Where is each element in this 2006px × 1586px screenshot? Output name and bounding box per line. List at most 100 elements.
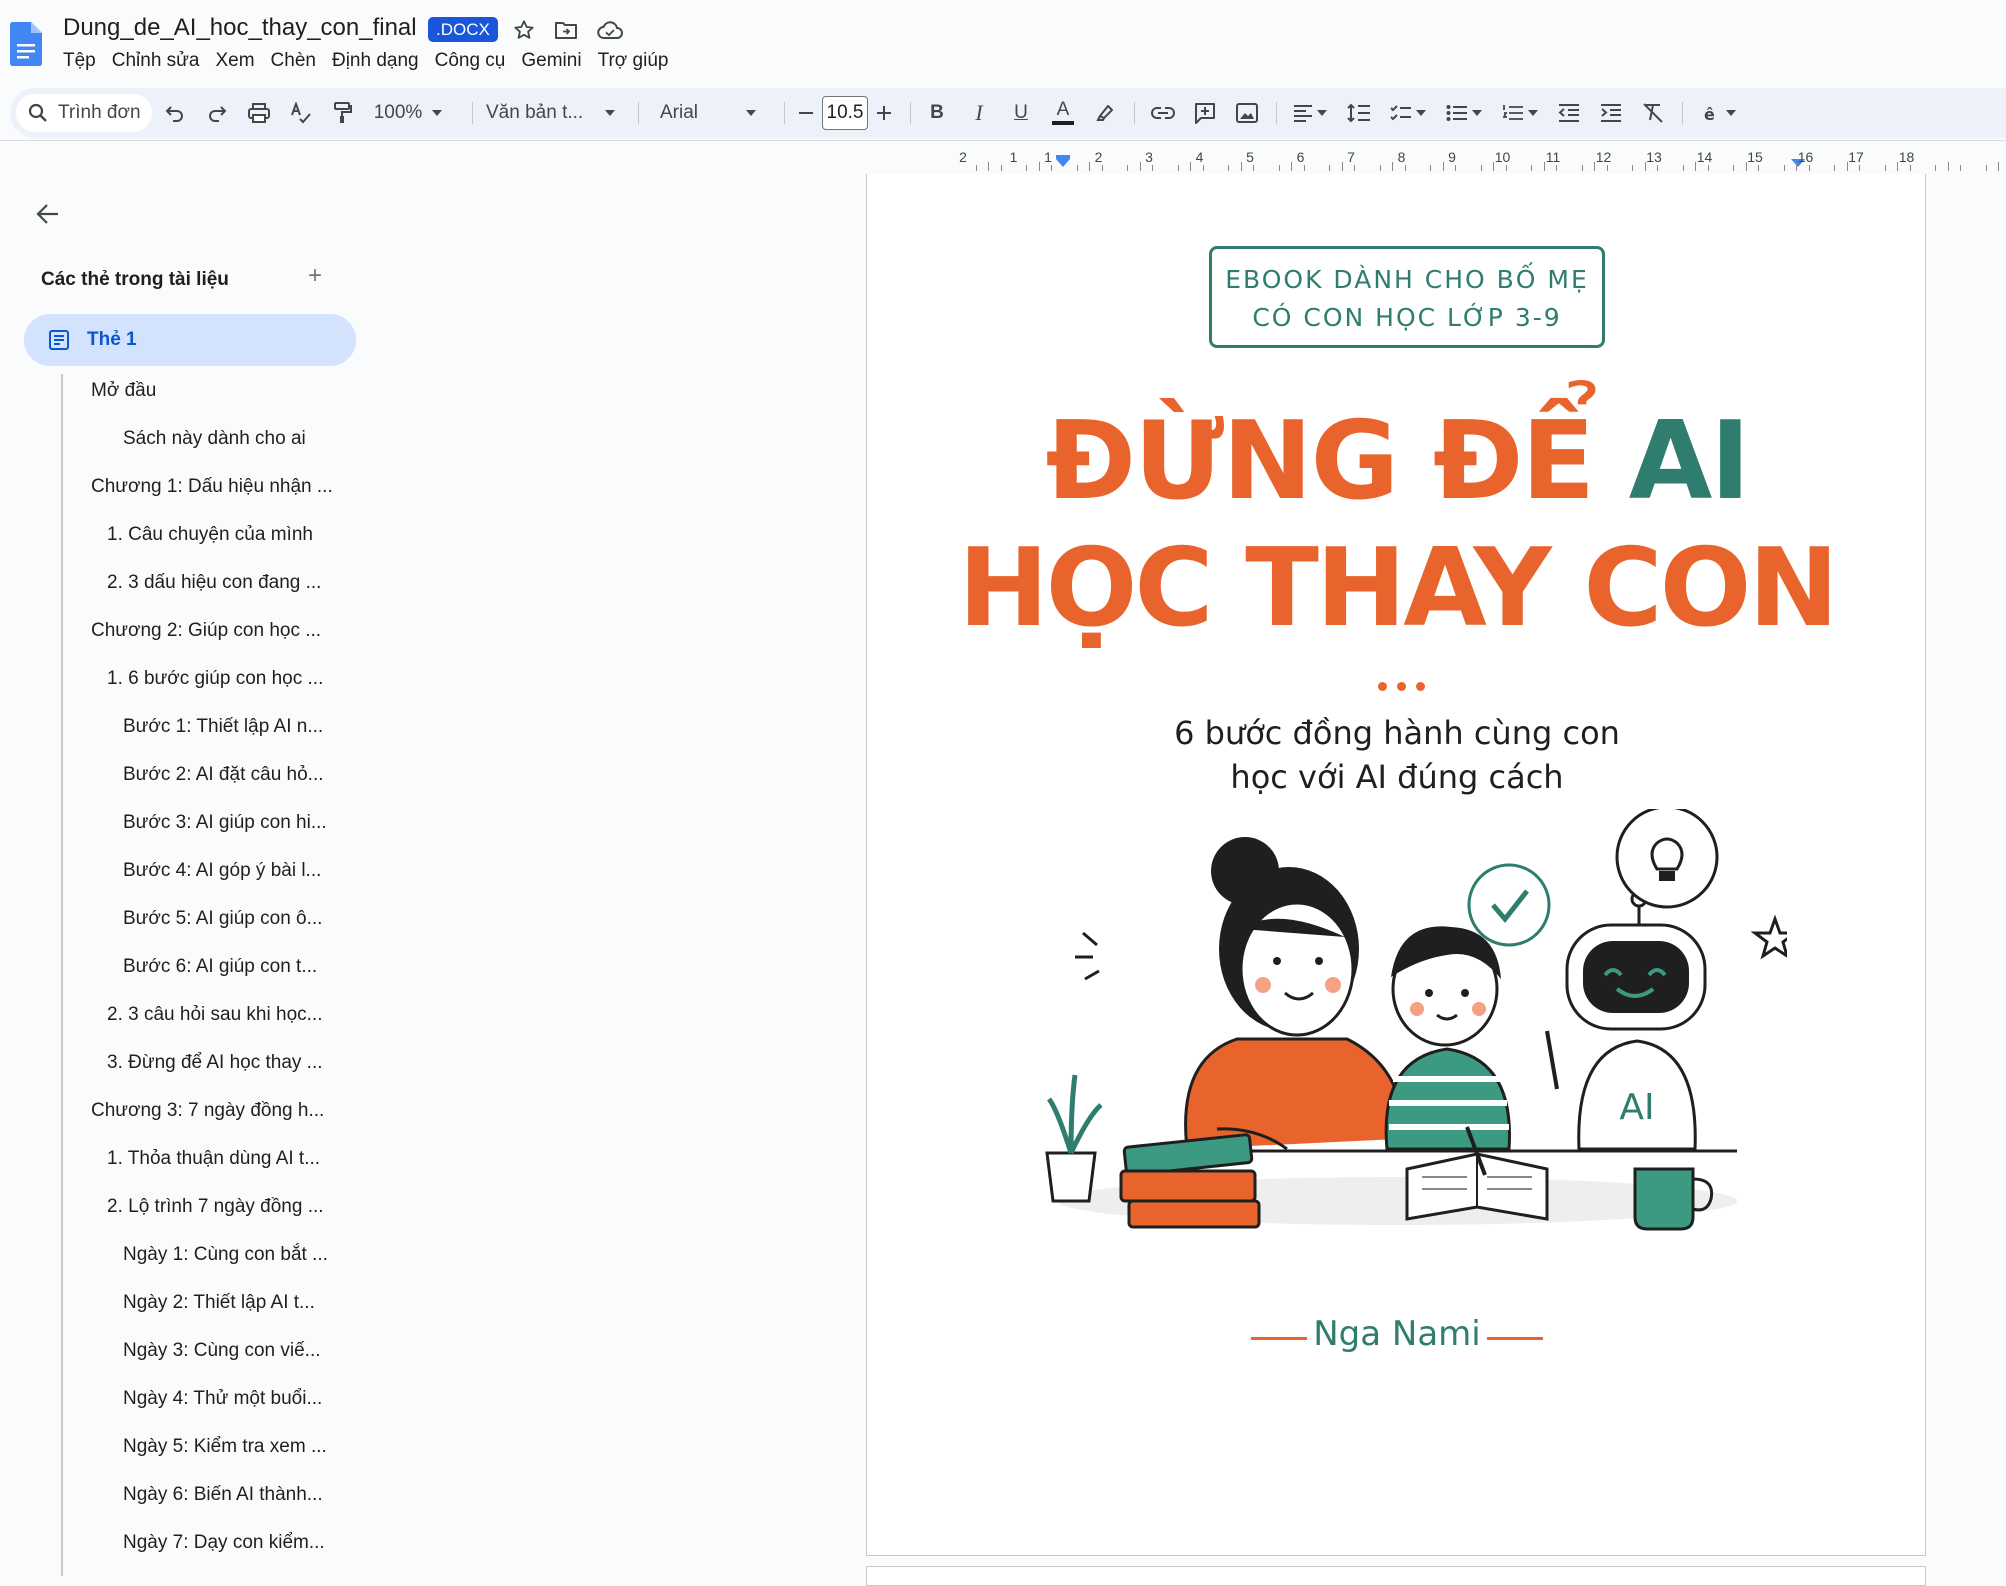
line-spacing-icon[interactable] (1344, 97, 1374, 129)
input-tools-select[interactable]: ê (1696, 97, 1742, 129)
outline-guide-line (61, 374, 63, 1576)
outline-item[interactable]: Ngày 2: Thiết lập AI t... (123, 1292, 315, 1314)
font-size-input[interactable]: 10.5 (822, 96, 868, 130)
outline-item[interactable]: Bước 3: AI giúp con hi... (123, 812, 327, 834)
ruler-number: 18 (1898, 149, 1915, 165)
outline-item[interactable]: 3. Đừng để AI học thay ... (107, 1052, 323, 1074)
left-indent-marker[interactable] (1056, 159, 1070, 167)
ruler-tick (1430, 165, 1432, 171)
print-icon[interactable] (244, 97, 274, 129)
clear-formatting-icon[interactable] (1638, 97, 1668, 129)
minus-icon (799, 112, 813, 114)
ruler-number: 4 (1195, 149, 1204, 165)
outline-item[interactable]: Bước 2: AI đặt câu hỏ... (123, 764, 324, 786)
menu-file[interactable]: Tệp (63, 49, 104, 73)
add-comment-icon[interactable] (1190, 97, 1220, 129)
ruler-number: 11 (1545, 149, 1561, 165)
outline-item[interactable]: Ngày 5: Kiểm tra xem ... (123, 1436, 327, 1458)
star-icon[interactable] (510, 16, 538, 44)
bulleted-list-icon (1446, 105, 1467, 121)
tab-item-selected[interactable]: Thẻ 1 (24, 314, 356, 366)
ruler-tick (1758, 165, 1760, 171)
checklist-select[interactable] (1386, 97, 1430, 129)
ruler-tick (1228, 165, 1230, 171)
outline-item[interactable]: 2. 3 dấu hiệu con đang ... (107, 572, 321, 594)
redo-icon[interactable] (202, 97, 232, 129)
insert-image-icon[interactable] (1232, 97, 1262, 129)
outline-item[interactable]: Ngày 7: Dạy con kiểm... (123, 1532, 325, 1554)
outline-item[interactable]: Ngày 6: Biến AI thành... (123, 1484, 323, 1506)
outline-item[interactable]: Mở đầu (91, 380, 156, 402)
outline-item[interactable]: 1. 6 bước giúp con học ... (107, 668, 323, 690)
outline-item[interactable]: Bước 5: AI giúp con ô... (123, 908, 322, 930)
outline-item[interactable]: Ngày 1: Cùng con bắt ... (123, 1244, 328, 1266)
highlight-icon[interactable] (1090, 97, 1120, 129)
numbered-list-select[interactable] (1498, 97, 1542, 129)
align-select[interactable] (1288, 97, 1332, 129)
outline-item[interactable]: Bước 4: AI góp ý bài l... (123, 860, 321, 882)
decrease-font-size-button[interactable] (794, 97, 818, 129)
bold-button[interactable]: B (922, 97, 952, 129)
menu-edit[interactable]: Chỉnh sửa (104, 49, 208, 73)
search-menus-button[interactable]: Trình đơn (16, 94, 152, 132)
ruler-tick (1808, 165, 1810, 171)
ruler-tick (1329, 165, 1331, 171)
outline-item[interactable]: Sách này dành cho ai (123, 428, 306, 450)
ruler-tick (1733, 165, 1735, 171)
ruler-number: 12 (1595, 149, 1612, 165)
decrease-indent-icon[interactable] (1554, 97, 1584, 129)
undo-icon[interactable] (160, 97, 190, 129)
docs-logo-icon[interactable] (10, 22, 42, 66)
outline-item[interactable]: Chương 1: Dấu hiệu nhận ... (91, 476, 333, 498)
menu-gemini[interactable]: Gemini (513, 49, 589, 73)
document-page[interactable]: EBOOK DÀNH CHO BỐ MẸ CÓ CON HỌC LỚP 3-9 … (866, 174, 1926, 1556)
menu-tools[interactable]: Công cụ (427, 49, 514, 73)
document-title[interactable]: Dung_de_AI_hoc_thay_con_final (63, 14, 417, 42)
spellcheck-icon[interactable] (286, 97, 316, 129)
back-arrow-icon[interactable] (32, 198, 64, 230)
zoom-select[interactable]: 100% (370, 97, 446, 129)
cloud-status-icon[interactable] (596, 16, 624, 44)
author-divider-right (1487, 1337, 1543, 1340)
font-select[interactable]: Arial (660, 97, 772, 129)
underline-button[interactable]: U (1006, 97, 1036, 129)
outline-item[interactable]: 2. 3 câu hỏi sau khi học... (107, 1004, 322, 1026)
ruler-tick (1493, 162, 1495, 171)
menu-format[interactable]: Định dạng (324, 49, 427, 73)
ruler-tick (1695, 162, 1697, 171)
outline-item[interactable]: Chương 3: 7 ngày đồng h... (91, 1100, 324, 1122)
italic-button[interactable]: I (964, 97, 994, 129)
move-folder-icon[interactable] (552, 16, 580, 44)
text-color-button[interactable]: A (1048, 97, 1078, 129)
outline-item[interactable]: Ngày 3: Cùng con viế... (123, 1340, 321, 1362)
text-color-swatch (1052, 121, 1074, 125)
increase-font-size-button[interactable] (872, 97, 896, 129)
document-tab-icon (49, 330, 69, 350)
menu-view[interactable]: Xem (207, 49, 262, 73)
outline-item[interactable]: Chương 2: Giúp con học ... (91, 620, 321, 642)
increase-indent-icon[interactable] (1596, 97, 1626, 129)
outline-item[interactable]: 2. Lộ trình 7 ngày đồng ... (107, 1196, 324, 1218)
ruler-tick (1379, 165, 1381, 171)
menu-insert[interactable]: Chèn (263, 49, 324, 73)
next-page-edge[interactable] (866, 1566, 1926, 1586)
add-tab-icon[interactable]: + (308, 262, 322, 290)
paragraph-style-select[interactable]: Văn bản t... (486, 97, 626, 129)
menu-help[interactable]: Trợ giúp (590, 49, 677, 73)
ruler-tick (988, 162, 990, 171)
search-icon (28, 103, 47, 122)
paint-format-icon[interactable] (328, 97, 358, 129)
audience-line-2: CÓ CON HỌC LỚP 3-9 (1252, 303, 1562, 332)
ruler-tick (1392, 162, 1394, 171)
outline-item[interactable]: Bước 6: AI giúp con t... (123, 956, 317, 978)
bulleted-list-select[interactable] (1442, 97, 1486, 129)
outline-item[interactable]: 1. Thỏa thuận dùng AI t... (107, 1148, 320, 1170)
outline-item[interactable]: 1. Câu chuyện của mình (107, 524, 313, 546)
ruler-tick (1253, 165, 1255, 171)
outline-item[interactable]: Ngày 4: Thử một buổi... (123, 1388, 322, 1410)
ruler-number: 2 (959, 149, 967, 165)
ruler-tick (1291, 162, 1293, 171)
ruler-tick (1783, 165, 1785, 171)
insert-link-icon[interactable] (1148, 97, 1178, 129)
outline-item[interactable]: Bước 1: Thiết lập AI n... (123, 716, 323, 738)
